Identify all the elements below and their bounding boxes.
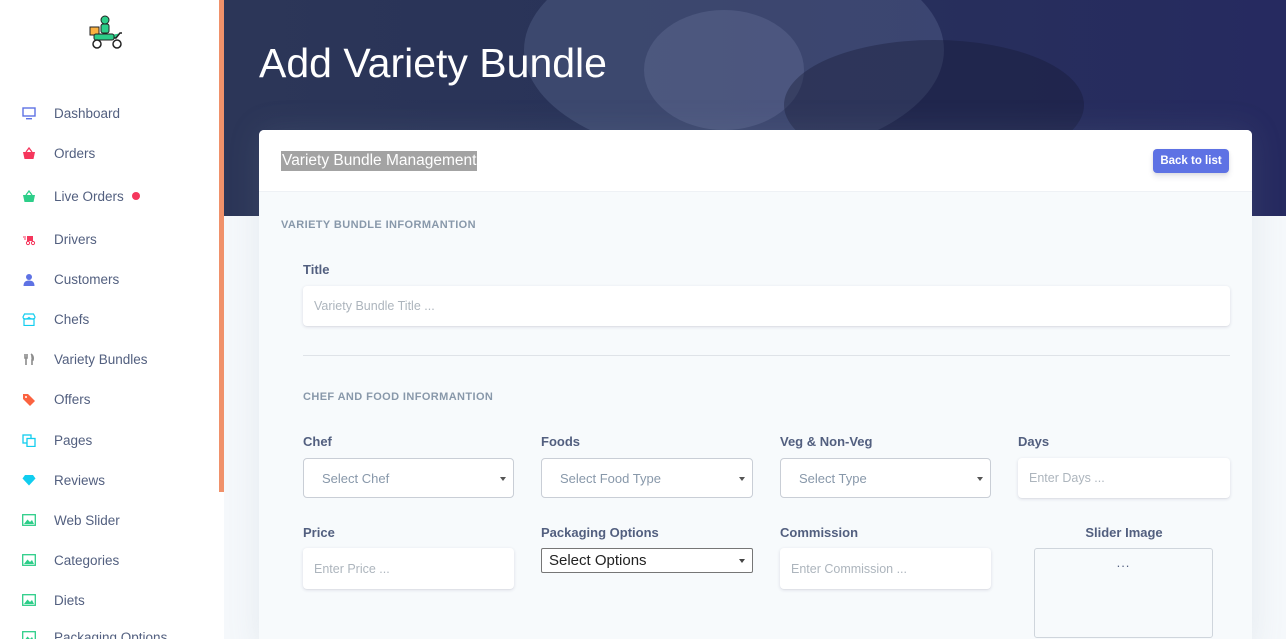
sidebar-item-customers[interactable]: Customers [0,264,219,294]
image-icon [21,630,36,639]
sidebar-item-label: Orders [54,145,96,161]
slider-image-upload[interactable]: ... [1034,548,1213,638]
section-heading-info: VARIETY BUNDLE INFORMANTION [281,219,476,231]
chef-label: Chef [303,434,332,449]
sidebar-item-reviews[interactable]: Reviews [0,465,219,495]
foods-select-value: Select Food Type [560,470,661,486]
sidebar-item-label: Chefs [54,311,90,327]
basket-icon [21,189,36,204]
veg-select-value: Select Type [799,470,867,486]
slider-image-value: ... [1116,555,1131,570]
sidebar-item-orders[interactable]: Orders [0,138,219,168]
sidebar-item-label: Pages [54,432,93,448]
tags-icon [21,392,36,407]
header-background-shape [644,10,804,130]
card-title: Variety Bundle Management [281,151,478,171]
chevron-down-icon [739,559,745,563]
sidebar-item-packaging-options[interactable]: Packaging Options [0,622,219,639]
sidebar-item-web-slider[interactable]: Web Slider [0,505,219,535]
commission-input[interactable]: Enter Commission ... [780,548,991,589]
sidebar-item-diets[interactable]: Diets [0,585,219,615]
foods-select[interactable]: Select Food Type [541,458,753,498]
delivery-scooter-logo[interactable] [86,14,126,52]
veg-label: Veg & Non-Veg [780,434,873,449]
sidebar-item-label: Reviews [54,472,106,488]
sidebar-item-label: Offers [54,391,91,407]
sidebar-item-label: Web Slider [54,512,120,528]
diamond-icon [21,473,36,488]
image-icon [21,513,36,528]
back-to-list-button[interactable]: Back to list [1153,149,1229,173]
image-icon [21,553,36,568]
sidebar-item-label: Drivers [54,231,97,247]
price-input[interactable]: Enter Price ... [303,548,514,589]
sidebar-item-chefs[interactable]: Chefs [0,304,219,334]
delivery-icon [21,232,36,247]
chevron-down-icon [739,477,745,481]
days-input[interactable]: Enter Days ... [1018,458,1230,498]
live-indicator-dot [132,192,140,200]
section-heading-chef: CHEF AND FOOD INFORMANTION [303,391,494,403]
sidebar-item-label: Live Orders [54,188,124,204]
packaging-label: Packaging Options [541,525,659,540]
sidebar-item-variety-bundles[interactable]: Variety Bundles [0,344,219,374]
chef-select[interactable]: Select Chef [303,458,514,498]
commission-label: Commission [780,525,859,540]
sidebar: Dashboard Orders Live Orders Drivers Cus… [0,0,224,639]
sidebar-item-categories[interactable]: Categories [0,545,219,575]
sidebar-item-label: Diets [54,592,85,608]
user-icon [21,272,36,287]
title-label: Title [303,262,330,277]
sidebar-item-label: Variety Bundles [54,351,148,367]
store-icon [21,312,36,327]
sidebar-item-pages[interactable]: Pages [0,425,219,455]
sidebar-item-label: Categories [54,552,120,568]
packaging-select-value: Select Options [549,552,647,569]
chevron-down-icon [500,477,506,481]
sidebar-item-offers[interactable]: Offers [0,384,219,414]
section-divider [303,355,1230,356]
price-label: Price [303,525,335,540]
foods-label: Foods [541,434,580,449]
card-header: Variety Bundle Management Back to list [259,130,1252,192]
packaging-select[interactable]: Select Options [541,548,753,573]
veg-select[interactable]: Select Type [780,458,991,498]
sidebar-item-live-orders[interactable]: Live Orders [0,181,219,211]
days-label: Days [1018,434,1050,449]
image-icon [21,593,36,608]
chevron-down-icon [977,477,983,481]
page-title: Add Variety Bundle [259,40,607,86]
monitor-icon [21,106,36,121]
copy-icon [21,433,36,448]
chef-select-value: Select Chef [322,470,390,486]
variety-bundle-card: Variety Bundle Management Back to list V… [259,130,1252,639]
title-input[interactable]: Variety Bundle Title ... [303,286,1230,326]
sidebar-item-dashboard[interactable]: Dashboard [0,98,219,128]
sidebar-item-label: Dashboard [54,105,121,121]
sidebar-item-label: Customers [54,271,120,287]
basket-icon [21,146,36,161]
slider-image-label: Slider Image [1085,525,1163,540]
utensils-icon [21,352,36,367]
sidebar-item-label: Packaging Options [54,629,168,639]
sidebar-item-drivers[interactable]: Drivers [0,224,219,254]
